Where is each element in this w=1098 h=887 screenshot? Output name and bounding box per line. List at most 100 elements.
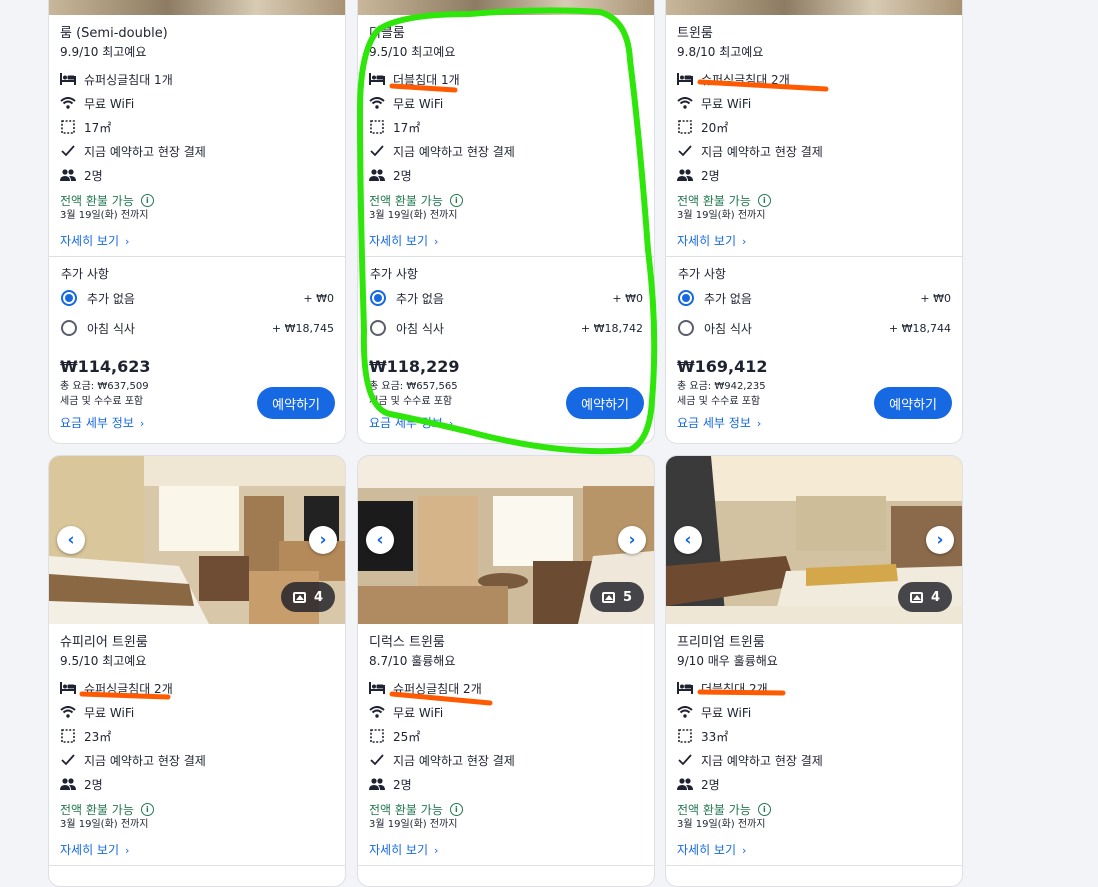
room-name: 트윈룸 bbox=[677, 26, 713, 41]
divider bbox=[49, 865, 345, 866]
gallery-icon bbox=[601, 591, 615, 603]
reserve-button[interactable]: 예약하기 bbox=[874, 387, 952, 419]
info-icon[interactable]: i bbox=[449, 803, 463, 816]
wifi-icon bbox=[677, 95, 693, 111]
refund-deadline: 3월 19일(화) 전까지 bbox=[369, 819, 458, 830]
next-photo-button[interactable]: › bbox=[309, 526, 337, 554]
guests-feature: 2명 bbox=[369, 163, 644, 187]
photo-count-badge[interactable]: 4 bbox=[897, 582, 952, 612]
bed-label: 슈퍼싱글침대 1개 bbox=[84, 72, 173, 87]
bed-icon bbox=[677, 680, 693, 696]
refund-label: 전액 환불 가능 bbox=[369, 194, 443, 208]
wifi-icon bbox=[369, 95, 385, 111]
payment-feature: 지금 예약하고 현장 결제 bbox=[60, 139, 335, 163]
info-icon[interactable]: i bbox=[140, 194, 154, 207]
radio-unselected[interactable] bbox=[61, 320, 77, 336]
option-label: 아침 식사 bbox=[704, 321, 752, 336]
room-rating: 9.5/10 최고예요 bbox=[369, 45, 456, 59]
previous-photo-button[interactable]: ‹ bbox=[674, 526, 702, 554]
info-icon[interactable]: i bbox=[757, 803, 771, 816]
option-price: + ₩18,745 bbox=[271, 321, 334, 335]
chevron-right-icon: › bbox=[448, 417, 454, 430]
wifi-feature: 무료 WiFi bbox=[369, 700, 644, 724]
bed-feature: 슈퍼싱글침대 2개 bbox=[60, 676, 335, 700]
price-details-label: 요금 세부 정보 bbox=[369, 416, 443, 430]
payment-label: 지금 예약하고 현장 결제 bbox=[393, 753, 515, 768]
bed-label: 슈퍼싱글침대 2개 bbox=[701, 72, 790, 87]
wifi-feature: 무료 WiFi bbox=[60, 91, 335, 115]
check-icon bbox=[60, 143, 76, 159]
more-details-link[interactable]: 자세히 보기 › bbox=[369, 232, 644, 248]
wifi-icon bbox=[60, 95, 76, 111]
extras-title: 추가 사항 bbox=[370, 267, 418, 281]
more-details-link[interactable]: 자세히 보기 › bbox=[60, 232, 335, 248]
option-none[interactable]: 추가 없음 + ₩0 bbox=[61, 283, 334, 313]
room-rating: 9.9/10 최고예요 bbox=[60, 45, 147, 59]
room-name: 프리미엄 트윈룸 bbox=[677, 635, 765, 650]
payment-feature: 지금 예약하고 현장 결제 bbox=[369, 748, 644, 772]
radio-selected[interactable] bbox=[370, 290, 386, 306]
option-price: + ₩18,742 bbox=[580, 321, 643, 335]
option-breakfast[interactable]: 아침 식사 + ₩18,744 bbox=[678, 313, 951, 343]
room-name: 더블룸 bbox=[369, 26, 405, 41]
radio-unselected[interactable] bbox=[678, 320, 694, 336]
previous-photo-button[interactable]: ‹ bbox=[366, 526, 394, 554]
chevron-right-icon: › bbox=[139, 417, 145, 430]
photo-count-badge[interactable]: 5 bbox=[589, 582, 644, 612]
price-details-label: 요금 세부 정보 bbox=[677, 416, 751, 430]
room-photo[interactable] bbox=[49, 0, 345, 15]
room-photo[interactable] bbox=[358, 0, 654, 15]
option-label: 아침 식사 bbox=[87, 321, 135, 336]
next-photo-button[interactable]: › bbox=[618, 526, 646, 554]
room-rating: 9/10 매우 훌륭해요 bbox=[677, 654, 778, 668]
bed-feature: 더블침대 2개 bbox=[677, 676, 952, 700]
room-photo[interactable]: ‹ › 5 bbox=[358, 456, 654, 624]
more-details-label: 자세히 보기 bbox=[60, 843, 120, 857]
area-label: 23㎡ bbox=[84, 729, 112, 744]
option-none[interactable]: 추가 없음 + ₩0 bbox=[370, 283, 643, 313]
option-price: + ₩0 bbox=[920, 291, 951, 305]
radio-unselected[interactable] bbox=[370, 320, 386, 336]
photo-count: 4 bbox=[313, 589, 323, 605]
area-icon bbox=[369, 119, 385, 135]
reserve-button[interactable]: 예약하기 bbox=[257, 387, 335, 419]
refund-status: 전액 환불 가능 i bbox=[369, 801, 644, 818]
more-details-link[interactable]: 자세히 보기 › bbox=[60, 841, 335, 857]
area-feature: 25㎡ bbox=[369, 724, 644, 748]
radio-selected[interactable] bbox=[61, 290, 77, 306]
room-photo[interactable]: ‹ › 4 bbox=[666, 456, 962, 624]
more-details-link[interactable]: 자세히 보기 › bbox=[677, 232, 952, 248]
next-photo-button[interactable]: › bbox=[926, 526, 954, 554]
payment-feature: 지금 예약하고 현장 결제 bbox=[677, 139, 952, 163]
wifi-feature: 무료 WiFi bbox=[677, 91, 952, 115]
guests-label: 2명 bbox=[393, 777, 412, 792]
price-details-label: 요금 세부 정보 bbox=[60, 416, 134, 430]
option-breakfast[interactable]: 아침 식사 + ₩18,745 bbox=[61, 313, 334, 343]
option-breakfast[interactable]: 아침 식사 + ₩18,742 bbox=[370, 313, 643, 343]
previous-photo-button[interactable]: ‹ bbox=[57, 526, 85, 554]
more-details-link[interactable]: 자세히 보기 › bbox=[677, 841, 952, 857]
radio-selected[interactable] bbox=[678, 290, 694, 306]
guests-feature: 2명 bbox=[677, 772, 952, 796]
divider bbox=[666, 865, 962, 866]
info-icon[interactable]: i bbox=[449, 194, 463, 207]
area-feature: 17㎡ bbox=[60, 115, 335, 139]
refund-status: 전액 환불 가능 i bbox=[677, 801, 952, 818]
room-photo[interactable] bbox=[666, 0, 962, 15]
people-icon bbox=[369, 776, 385, 792]
more-details-link[interactable]: 자세히 보기 › bbox=[369, 841, 644, 857]
people-icon bbox=[677, 776, 693, 792]
refund-label: 전액 환불 가능 bbox=[677, 803, 751, 817]
info-icon[interactable]: i bbox=[140, 803, 154, 816]
room-name: 룸 (Semi-double) bbox=[60, 26, 168, 41]
room-photo[interactable]: ‹ › 4 bbox=[49, 456, 345, 624]
gallery-icon bbox=[292, 591, 306, 603]
area-icon bbox=[60, 119, 76, 135]
reserve-button[interactable]: 예약하기 bbox=[566, 387, 644, 419]
bed-icon bbox=[369, 680, 385, 696]
option-none[interactable]: 추가 없음 + ₩0 bbox=[678, 283, 951, 313]
chevron-right-icon: › bbox=[434, 235, 439, 248]
info-icon[interactable]: i bbox=[757, 194, 771, 207]
photo-count-badge[interactable]: 4 bbox=[280, 582, 335, 612]
refund-deadline: 3월 19일(화) 전까지 bbox=[60, 210, 149, 221]
